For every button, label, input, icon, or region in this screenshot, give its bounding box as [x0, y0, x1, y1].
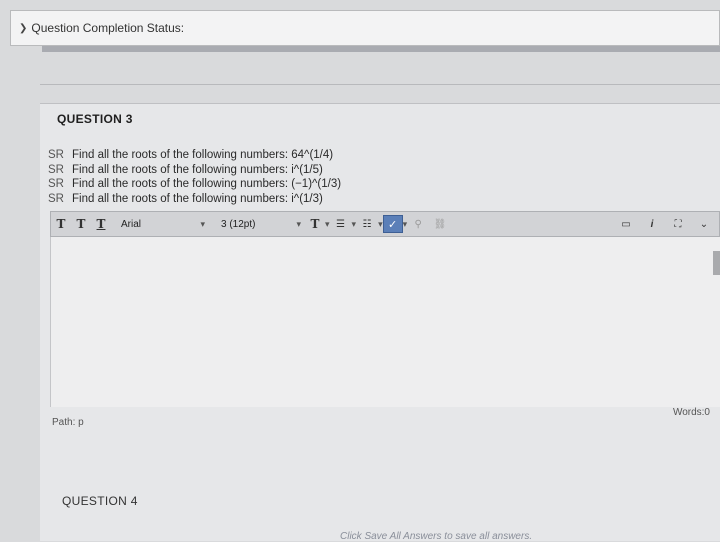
- bullet-list-icon[interactable]: ☰: [330, 215, 352, 233]
- question-line: SR Find all the roots of the following n…: [48, 163, 341, 178]
- save-all-hint: Click Save All Answers to save all answe…: [340, 531, 533, 542]
- line-text: Find all the roots of the following numb…: [72, 192, 323, 205]
- font-family-select[interactable]: Arial ▾: [117, 215, 209, 233]
- editor-path: Path: p: [52, 417, 84, 428]
- fullscreen-icon[interactable]: ⛶: [667, 215, 689, 233]
- question-3-text: SR Find all the roots of the following n…: [48, 148, 341, 206]
- question-4-title: QUESTION 4: [62, 494, 138, 508]
- numbered-list-icon[interactable]: ☷: [356, 215, 378, 233]
- question-line: SR Find all the roots of the following n…: [48, 192, 341, 207]
- question-line: SR Find all the roots of the following n…: [48, 177, 341, 192]
- text-style-button-3[interactable]: T: [91, 215, 111, 233]
- info-icon[interactable]: i: [641, 215, 663, 233]
- line-text: Find all the roots of the following numb…: [72, 178, 342, 190]
- collapse-toolbar-icon[interactable]: ⌄: [693, 215, 715, 233]
- question-status-bar: ❯ Question Completion Status:: [10, 10, 720, 46]
- line-text: Find all the roots of the following numb…: [72, 163, 323, 176]
- font-size-select[interactable]: 3 (12pt) ▾: [217, 215, 305, 233]
- chevron-down-icon: ❯: [19, 22, 28, 34]
- line-tag: SR: [48, 178, 64, 190]
- spellcheck-icon[interactable]: ✓: [382, 215, 403, 233]
- preview-icon[interactable]: ▭: [615, 215, 637, 233]
- question-line: SR Find all the roots of the following n…: [48, 148, 341, 163]
- unlink-icon[interactable]: ⛓: [429, 215, 451, 233]
- link-icon[interactable]: ⚲: [407, 215, 429, 233]
- chevron-down-icon: ▾: [200, 218, 205, 229]
- divider-band: [42, 46, 720, 52]
- toolbar-right-group: ▭ i ⛶ ⌄: [615, 215, 719, 233]
- completion-status-label: Question Completion Status:: [31, 21, 185, 35]
- completion-status-toggle[interactable]: ❯ Question Completion Status:: [19, 21, 184, 35]
- editor-scrollbar[interactable]: [713, 251, 720, 275]
- question-3-title: QUESTION 3: [57, 112, 133, 126]
- chevron-down-icon: ▾: [296, 218, 301, 229]
- divider-line: [40, 84, 720, 85]
- line-tag: SR: [48, 163, 64, 176]
- answer-editor[interactable]: [50, 237, 720, 407]
- editor-toolbar: T T T Arial ▾ 3 (12pt) ▾ T ▾ ☰ ▾ ☷ ▾ ✓ ▾…: [50, 211, 720, 237]
- question-3-panel: QUESTION 3 SR Find all the roots of the …: [40, 103, 720, 542]
- text-style-button-1[interactable]: T: [51, 215, 71, 233]
- line-tag: SR: [48, 149, 64, 161]
- line-text: Find all the roots of the following numb…: [72, 149, 334, 161]
- text-color-button[interactable]: T: [305, 215, 325, 233]
- font-size-value: 3 (12pt): [221, 218, 256, 230]
- word-count: Words:0: [672, 407, 710, 418]
- text-style-button-2[interactable]: T: [71, 215, 91, 233]
- line-tag: SR: [48, 192, 64, 205]
- font-family-value: Arial: [121, 218, 142, 230]
